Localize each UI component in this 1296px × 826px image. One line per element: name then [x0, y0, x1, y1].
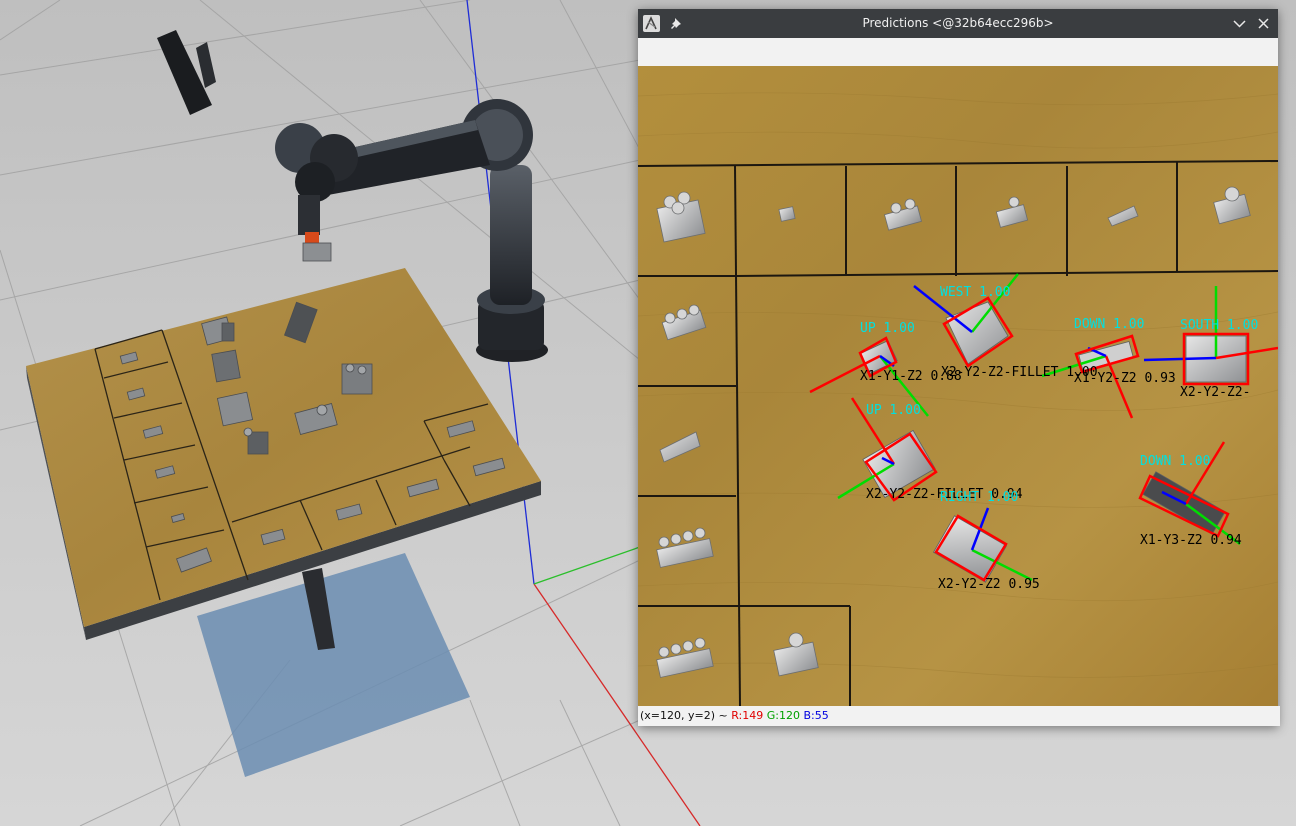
window-titlebar[interactable]: Predictions <@32b64ecc296b> — [638, 9, 1278, 38]
prediction-class-label: X1-Y3-Z2 0.94 — [1140, 533, 1242, 548]
prediction-class-label: X2-Y2-Z2 0.95 — [938, 577, 1040, 592]
prediction-orientation-label: DOWN 1.00 — [1140, 454, 1210, 469]
status-bar: (x=120, y=2) ~ R:149 G:120 B:55 — [638, 706, 1280, 726]
prediction-orientation-label: RIGHT 1.00 — [940, 490, 1018, 505]
prediction-orientation-label: SOUTH 1.00 — [1180, 318, 1258, 333]
pixel-coords: (x=120, y=2) ~ — [640, 709, 732, 722]
prediction-orientation-label: UP 1.00 — [866, 403, 921, 418]
prediction-orientation-label: DOWN 1.00 — [1074, 317, 1144, 332]
prediction-orientation-label: UP 1.00 — [860, 321, 915, 336]
prediction-image[interactable]: WEST 1.00 X2-Y2-Z2-FILLET 1.00 UP 1.00 X… — [638, 66, 1278, 706]
prediction-class-label: X2-Y2-Z2- — [1180, 385, 1250, 400]
window-toolbar — [638, 38, 1278, 67]
pixel-green-value: G:120 — [766, 709, 800, 722]
window-title: Predictions <@32b64ecc296b> — [862, 16, 1054, 30]
pixel-red-value: R:149 — [731, 709, 764, 722]
prediction-class-label: X1-Y2-Z2 0.93 — [1074, 371, 1176, 386]
minimize-chevron-icon[interactable] — [1230, 14, 1249, 33]
predictions-window[interactable]: Predictions <@32b64ecc296b> WEST 1.00 X2… — [638, 9, 1280, 726]
pixel-blue-value: B:55 — [803, 709, 829, 722]
close-icon[interactable] — [1254, 14, 1273, 33]
prediction-class-label: X1-Y1-Z2 0.88 — [860, 369, 962, 384]
prediction-orientation-label: WEST 1.00 — [940, 285, 1010, 300]
